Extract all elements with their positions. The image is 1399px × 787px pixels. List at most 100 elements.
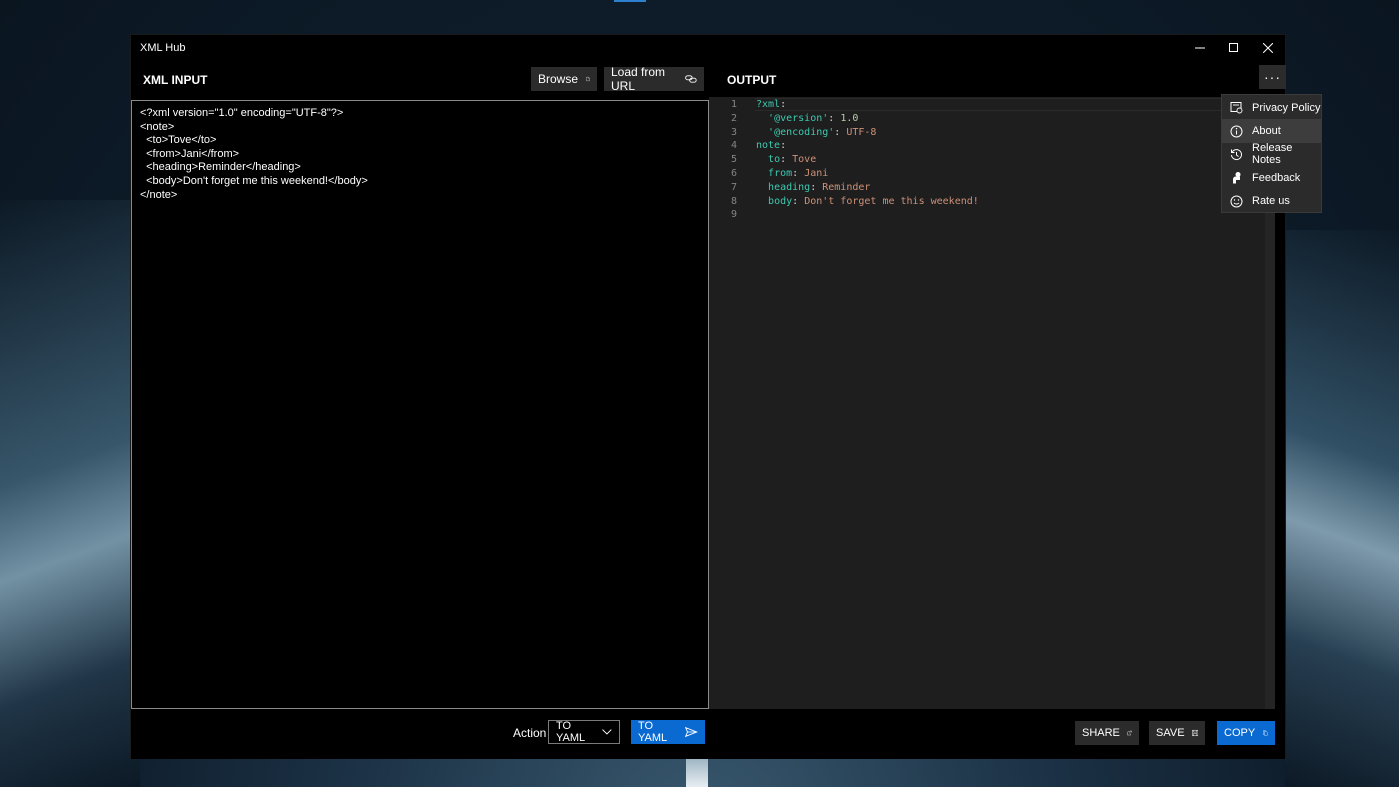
smiley-icon (1230, 195, 1243, 208)
link-icon (685, 75, 697, 83)
info-icon (1230, 125, 1243, 138)
code-content: '@version': 1.0 (756, 112, 858, 126)
line-number: 9 (730, 209, 737, 221)
menu-item-rate-us[interactable]: Rate us (1222, 190, 1321, 213)
xml-input-line: <body>Don't forget me this weekend!</bod… (140, 174, 368, 187)
xml-input-text: <?xml version="1.0" encoding="UTF-8"?> <n… (132, 101, 708, 208)
yaml-output-editor[interactable]: 1 ?xml: 2 '@version': 1.0 3 '@encoding': UT… (709, 97, 1275, 709)
share-label: SHARE (1082, 727, 1120, 739)
menu-item-release-notes[interactable]: Release Notes (1222, 142, 1321, 167)
yaml-key: '@encoding' (768, 126, 835, 138)
yaml-key: ?xml (756, 99, 781, 110)
code-line: 1 ?xml: (709, 98, 1265, 112)
line-number: 8 (730, 195, 737, 207)
minimize-button[interactable] (1183, 38, 1217, 58)
yaml-separator: : (792, 168, 805, 179)
menu-item-feedback[interactable]: Feedback (1222, 166, 1321, 189)
line-number: 2 (730, 112, 737, 124)
close-icon (1263, 43, 1273, 53)
code-line: 7 heading: Reminder (709, 181, 1265, 195)
input-header: XML INPUT (143, 73, 208, 87)
convert-label: TO YAML (638, 720, 668, 744)
yaml-value: Tove (792, 154, 817, 166)
code-content: heading: Reminder (756, 181, 870, 195)
menu-item-label: Feedback (1252, 171, 1301, 184)
yaml-separator: : (780, 154, 793, 166)
taskbar-indicator (614, 0, 646, 2)
copy-button[interactable]: COPY (1217, 721, 1275, 745)
yaml-separator: : (828, 112, 841, 124)
code-line: 3 '@encoding': UTF-8 (709, 126, 1265, 140)
code-content: note: (756, 139, 786, 153)
yaml-key: body (768, 195, 793, 207)
yaml-value: Jani (804, 168, 829, 179)
ellipsis-icon: ··· (1264, 69, 1281, 85)
more-options-button[interactable]: ··· (1259, 65, 1286, 89)
xml-input-line: </note> (140, 188, 178, 201)
browse-label: Browse (538, 72, 579, 86)
code-line: 9 (709, 208, 1265, 222)
app-title: XML Hub (140, 42, 186, 54)
save-button[interactable]: SAVE (1149, 721, 1205, 745)
output-header: OUTPUT (727, 73, 777, 87)
share-button[interactable]: SHARE (1075, 721, 1139, 745)
code-content: body: Don't forget me this weekend! (756, 195, 979, 209)
close-button[interactable] (1251, 38, 1285, 58)
line-number: 1 (730, 99, 737, 110)
yaml-key: to (768, 154, 781, 166)
copy-label: COPY (1224, 727, 1256, 739)
line-number: 3 (730, 126, 737, 138)
code-content: to: Tove (756, 153, 816, 167)
menu-item-about[interactable]: About (1222, 119, 1321, 143)
desktop-wallpaper-road (686, 759, 708, 787)
share-icon (1127, 730, 1132, 736)
yaml-value: UTF-8 (846, 126, 877, 138)
code-line: 5 to: Tove (709, 153, 1265, 167)
menu-item-label: Rate us (1252, 195, 1290, 208)
yaml-key: from (768, 168, 793, 179)
menu-item-privacy-policy[interactable]: Privacy Policy (1222, 96, 1321, 119)
maximize-button[interactable] (1217, 38, 1251, 58)
yaml-separator: : (780, 140, 787, 152)
title-bar[interactable]: XML Hub (131, 35, 1285, 59)
yaml-value: Reminder (822, 181, 871, 193)
minimize-icon (1195, 47, 1205, 49)
privacy-icon (1230, 102, 1243, 114)
xml-input-line: <note> (140, 120, 175, 133)
xml-input-line: <from>Jani</from> (140, 147, 240, 160)
xml-input-line: <heading>Reminder</heading> (140, 161, 301, 174)
feedback-icon (1233, 172, 1241, 184)
desktop-wallpaper-left (0, 200, 140, 787)
copy-icon (1263, 730, 1268, 736)
xml-input-line: <to>Tove</to> (140, 134, 217, 147)
yaml-key: heading (768, 181, 811, 193)
menu-item-label: Release Notes (1252, 142, 1293, 167)
line-number: 5 (730, 154, 737, 166)
more-options-menu: Privacy Policy About Release Notes Feedb… (1221, 94, 1322, 213)
code-line: 6 from: Jani (709, 167, 1265, 181)
yaml-value: 1.0 (840, 112, 859, 124)
desktop-wallpaper-right (1285, 230, 1399, 787)
action-select[interactable]: TO YAML (548, 720, 620, 744)
menu-item-label: Privacy Policy (1252, 101, 1321, 114)
load-from-url-button[interactable]: Load from URL (604, 65, 704, 93)
send-icon (685, 726, 698, 738)
action-label: Action (513, 726, 547, 740)
browse-button[interactable]: Browse (531, 67, 597, 91)
line-number: 4 (730, 140, 737, 152)
load-from-url-label: Load from URL (611, 65, 666, 93)
line-number: 7 (730, 181, 737, 193)
menu-item-label: About (1252, 125, 1281, 138)
code-content: '@encoding': UTF-8 (756, 126, 876, 140)
xml-input-line: <?xml version="1.0" encoding="UTF-8"?> (140, 107, 344, 119)
convert-button[interactable]: TO YAML (631, 720, 705, 744)
app-window: XML Hub XML INPUT Browse Load from URL <… (130, 34, 1286, 759)
xml-input-editor[interactable]: <?xml version="1.0" encoding="UTF-8"?> <n… (131, 100, 709, 709)
yaml-separator: : (792, 195, 805, 207)
floppy-disk-icon (1191, 729, 1198, 737)
code-line: 2 '@version': 1.0 (709, 112, 1265, 126)
